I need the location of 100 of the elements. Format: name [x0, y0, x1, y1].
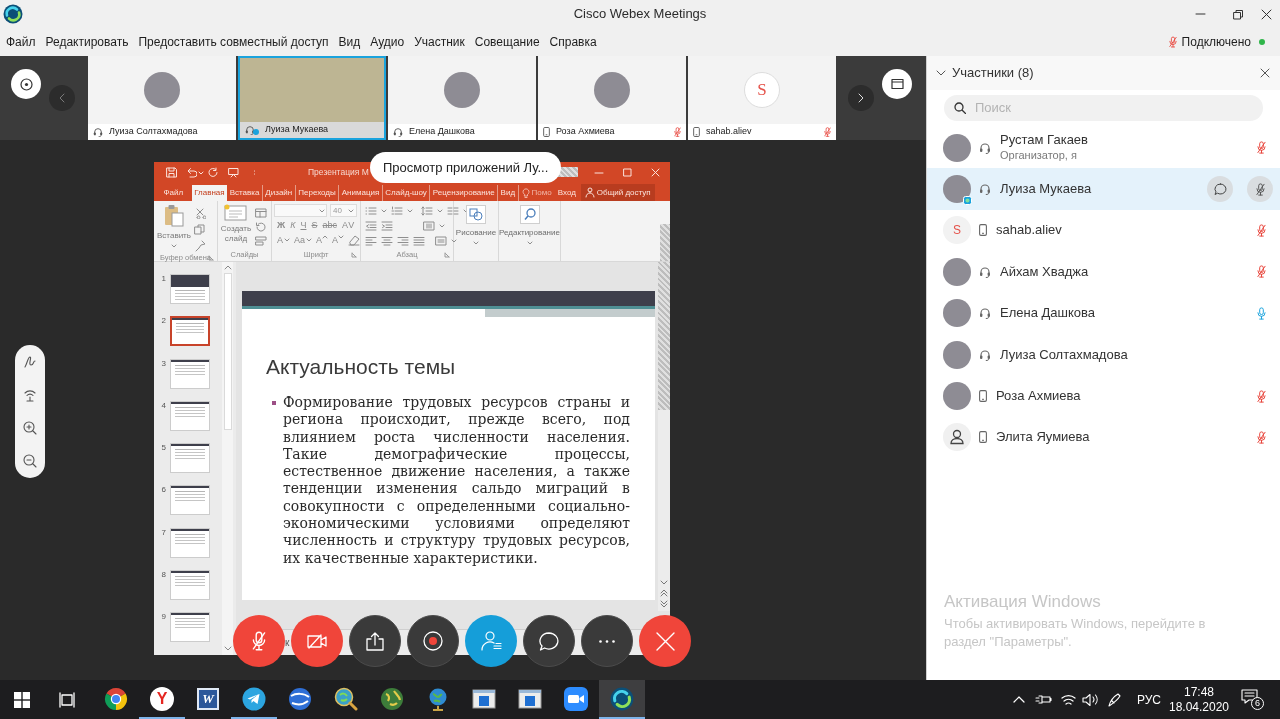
zoom-out-icon[interactable]	[23, 454, 37, 468]
video-camera-icon	[564, 686, 588, 711]
participant-row[interactable]: Роза Ахмиева	[927, 375, 1280, 417]
participant-row[interactable]: Елена Дашкова	[927, 292, 1280, 334]
menu-item[interactable]: Вид	[338, 33, 361, 51]
align-center-icon[interactable]	[381, 236, 393, 246]
clock-time[interactable]: 17:48	[1184, 684, 1214, 700]
format-button[interactable]: Ч	[300, 220, 307, 231]
format-button[interactable]: Ж	[277, 220, 286, 231]
headset-icon	[979, 141, 991, 154]
align-left-icon[interactable]	[365, 236, 377, 246]
windows-logo-icon[interactable]	[14, 691, 30, 708]
layout-icon[interactable]	[255, 208, 267, 218]
format-button[interactable]: К	[290, 220, 296, 231]
squiggle-pen-icon[interactable]	[23, 355, 37, 369]
menu-item[interactable]: Справка	[549, 33, 597, 51]
menu-item[interactable]: Аудио	[370, 33, 405, 51]
leave-button[interactable]	[639, 615, 691, 667]
headset-icon	[979, 348, 991, 361]
ribbon-tab[interactable]: Файл	[161, 185, 186, 201]
chevron-up-icon[interactable]	[1012, 696, 1025, 703]
volume-icon[interactable]	[1081, 692, 1098, 707]
font-name-field[interactable]	[274, 204, 327, 217]
share-button[interactable]: Общий доступ	[580, 184, 655, 201]
indent-increase-icon[interactable]	[381, 221, 393, 231]
close-icon[interactable]	[1260, 68, 1270, 78]
clock-date[interactable]: 18.04.2020	[1168, 699, 1230, 715]
format-button[interactable]: abc	[322, 220, 337, 231]
zoom-in-icon[interactable]	[23, 421, 37, 435]
align-right-icon[interactable]	[397, 236, 409, 246]
broadcast-icon[interactable]	[23, 388, 37, 402]
pen-icon[interactable]	[1106, 692, 1122, 707]
drawing-button[interactable]: Рисование	[454, 201, 498, 245]
launcher-icon[interactable]	[351, 252, 357, 258]
video-tile[interactable]: Елена Дашкова	[388, 56, 536, 140]
save-icon[interactable]	[166, 167, 177, 178]
justify-icon[interactable]	[413, 236, 425, 246]
video-tile[interactable]: Луиза Солтахмадова	[88, 56, 236, 140]
undo-icon[interactable]	[186, 167, 197, 178]
menu-item[interactable]: Редактировать	[45, 33, 129, 51]
new-slide-button[interactable]: Создать слайд	[221, 204, 251, 249]
notification-icon[interactable]	[1241, 688, 1258, 704]
format-button[interactable]: S	[311, 220, 318, 231]
caret-icon	[437, 209, 443, 213]
caret-icon	[319, 208, 325, 213]
indent-decrease-icon[interactable]	[365, 221, 377, 231]
ribbon-tab[interactable]: Вставка	[227, 185, 262, 201]
launcher-icon[interactable]	[444, 252, 450, 258]
participant-row[interactable]: Айхам Хваджа	[927, 251, 1280, 293]
section-icon[interactable]	[255, 236, 267, 246]
close-icon[interactable]	[1260, 8, 1272, 20]
ribbon-tab[interactable]: Главная	[191, 185, 228, 201]
taskbar-button[interactable]	[599, 680, 645, 719]
language-indicator[interactable]: РУС	[1136, 690, 1161, 709]
eraser-icon[interactable]	[348, 234, 361, 246]
menu-item[interactable]: Совещание	[474, 33, 540, 51]
chevron-down-icon[interactable]	[936, 70, 946, 76]
brush-icon[interactable]	[194, 240, 206, 252]
maximize-icon[interactable]	[622, 168, 632, 177]
scrollbar[interactable]	[222, 262, 233, 655]
editing-button[interactable]: Редактирование	[499, 201, 560, 245]
video-tile[interactable]: S sahab.aliev	[688, 56, 836, 140]
video-tile[interactable]: Луиза Мукаева	[238, 56, 386, 140]
restore-icon[interactable]	[1232, 8, 1244, 20]
line-spacing-icon[interactable]	[421, 206, 433, 216]
view-button[interactable]	[11, 69, 41, 99]
scissors-icon[interactable]	[194, 208, 206, 219]
presenter-view-icon[interactable]	[228, 167, 239, 178]
activation-message: Чтобы активировать Windows, перейдите в раздел "Параметры".	[944, 615, 1207, 651]
font-size-field[interactable]: 40	[330, 204, 357, 217]
redo-icon[interactable]	[208, 167, 219, 178]
text-direction-icon[interactable]	[423, 221, 435, 231]
headset-icon	[393, 127, 403, 137]
format-button[interactable]: A	[277, 234, 283, 246]
paste-button[interactable]: Вставить	[157, 204, 191, 252]
format-button[interactable]: AV	[342, 220, 356, 231]
format-button[interactable]: A	[316, 234, 323, 246]
format-button[interactable]: Aa	[294, 234, 306, 246]
wifi-icon[interactable]	[1060, 693, 1076, 706]
menu-item[interactable]: Предоставить совместный доступ	[138, 33, 329, 51]
menu-item[interactable]: Файл	[6, 33, 36, 51]
power-plug-icon[interactable]	[1034, 693, 1052, 706]
upload-icon	[365, 631, 385, 651]
sign-in-link[interactable]: Вход	[557, 185, 576, 201]
align-text-icon[interactable]	[435, 236, 447, 246]
task-view-icon[interactable]	[59, 691, 75, 708]
copy-icon[interactable]	[194, 224, 205, 235]
video-tile[interactable]: Роза Ахмиева	[538, 56, 686, 140]
participant-row[interactable]: Элита Яумиева	[927, 416, 1280, 459]
menu-item[interactable]: Участник	[414, 33, 465, 51]
participant-row[interactable]: S sahab.aliev	[927, 209, 1280, 252]
reset-icon[interactable]	[255, 222, 267, 232]
taskbar-button[interactable]: Y	[139, 680, 185, 719]
slide-thumbnail[interactable]	[170, 316, 210, 347]
participant-row[interactable]: Рустам Гакаев Организатор, я	[927, 127, 1280, 169]
layout-button[interactable]	[882, 69, 912, 99]
scrollbar[interactable]	[658, 262, 670, 611]
taskbar-button[interactable]: W	[185, 680, 231, 719]
format-button[interactable]: A	[332, 234, 339, 246]
participant-row[interactable]: Луиза Солтахмадова	[927, 333, 1280, 376]
